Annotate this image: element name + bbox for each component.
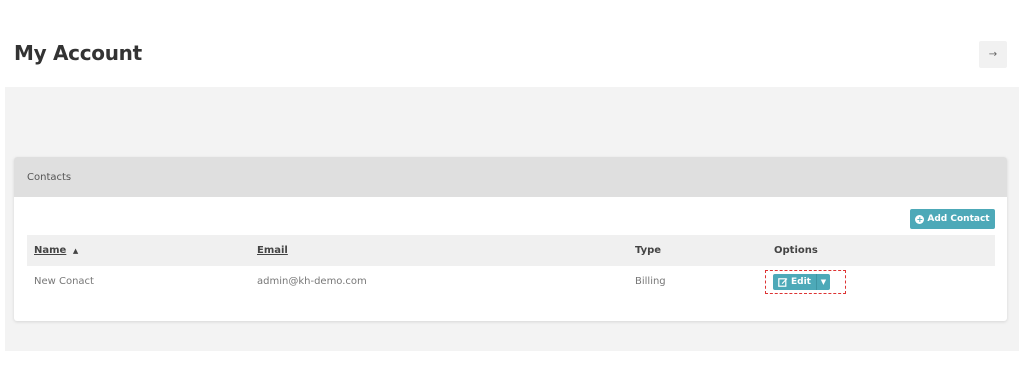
column-header-name-label: Name xyxy=(34,245,67,256)
contacts-card-title: Contacts xyxy=(27,171,72,183)
caret-down-icon: ▼ xyxy=(820,278,827,286)
plus-circle-icon: + xyxy=(915,214,925,224)
add-contact-button[interactable]: + Add Contact xyxy=(910,209,995,229)
edit-button-group: Edit ▼ xyxy=(773,274,830,290)
contacts-card: Contacts + Add Contact Name ▲ Email Type… xyxy=(14,157,1007,321)
column-header-options: Options xyxy=(774,245,818,256)
edit-dropdown-toggle[interactable]: ▼ xyxy=(815,274,830,290)
contacts-table: Name ▲ Email Type Options New Conact adm… xyxy=(27,235,995,296)
logout-button[interactable]: → xyxy=(979,41,1007,68)
column-header-name[interactable]: Name ▲ xyxy=(34,245,78,256)
edit-button-label: Edit xyxy=(791,277,811,287)
contact-email-cell: admin@kh-demo.com xyxy=(257,275,367,287)
edit-button[interactable]: Edit xyxy=(773,274,816,290)
arrow-right-icon: → xyxy=(988,49,998,60)
page-title: My Account xyxy=(14,41,142,65)
table-row: New Conact admin@kh-demo.com Billing xyxy=(27,266,995,296)
edit-icon xyxy=(778,278,788,287)
table-header-row: Name ▲ Email Type Options xyxy=(27,235,995,266)
contact-name-cell: New Conact xyxy=(34,275,94,287)
column-header-email[interactable]: Email xyxy=(257,245,288,256)
column-header-type: Type xyxy=(635,245,662,256)
add-contact-label: Add Contact xyxy=(927,214,990,224)
contacts-card-header: Contacts xyxy=(14,157,1007,197)
contact-type-cell: Billing xyxy=(635,275,666,287)
sort-ascending-icon: ▲ xyxy=(72,247,79,255)
